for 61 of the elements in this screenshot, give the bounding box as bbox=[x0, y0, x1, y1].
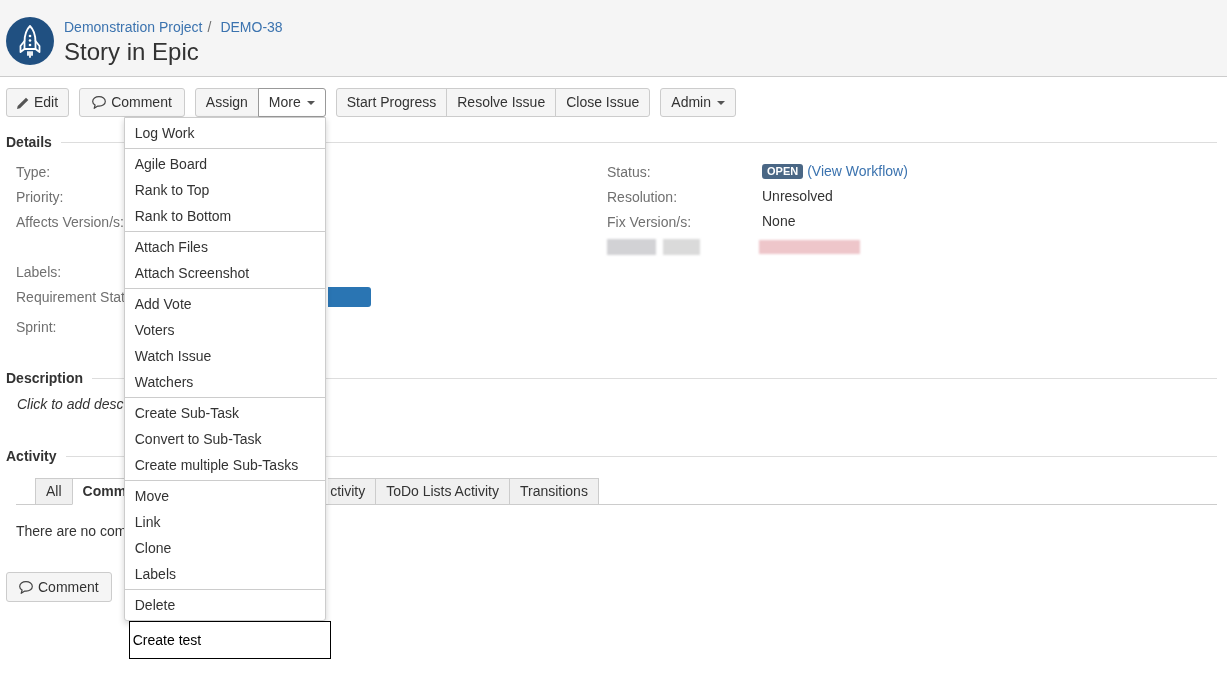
issue-title: Story in Epic bbox=[64, 37, 200, 67]
dropdown-button[interactable]: More bbox=[257, 88, 326, 117]
caret-icon bbox=[306, 100, 315, 105]
status-lozenge: OPEN bbox=[762, 164, 804, 179]
action-button[interactable]: Start Progress bbox=[335, 88, 448, 117]
tab[interactable]: ctivity bbox=[328, 478, 376, 505]
field-label: Sprint: bbox=[16, 319, 57, 335]
menu-item[interactable]: Voters bbox=[124, 317, 325, 343]
menu-item[interactable]: Add Vote bbox=[124, 291, 325, 317]
menu-item[interactable]: Create multiple Sub-Tasks bbox=[124, 452, 325, 478]
menu-item[interactable]: Labels bbox=[124, 561, 325, 587]
status-lozenge bbox=[328, 287, 371, 307]
breadcrumb-separator: / bbox=[207, 17, 212, 37]
action-button[interactable]: Assign bbox=[194, 88, 259, 117]
speech-bubble-icon bbox=[92, 96, 107, 109]
comment-button[interactable]: Comment bbox=[6, 572, 112, 602]
breadcrumb-link[interactable]: DEMO-38 bbox=[220, 16, 283, 38]
menu-item[interactable]: Watchers bbox=[124, 369, 325, 395]
field-label: Requirement Stat bbox=[16, 289, 125, 305]
field-value: Unresolved bbox=[762, 187, 833, 206]
section-heading: Description bbox=[6, 369, 83, 388]
menu-item[interactable]: Delete bbox=[124, 592, 325, 618]
tab[interactable]: Transitions bbox=[508, 478, 599, 505]
field-label: Type: bbox=[16, 164, 51, 180]
field-value: None bbox=[762, 212, 796, 231]
menu-item[interactable]: Attach Files bbox=[124, 234, 325, 260]
field-label: Status: bbox=[607, 163, 651, 180]
tab[interactable]: All bbox=[35, 478, 72, 505]
description-prompt[interactable]: Click to add desc bbox=[17, 396, 124, 412]
section-heading: Details bbox=[6, 133, 52, 152]
menu-item[interactable]: Create Sub-Task bbox=[124, 400, 325, 426]
tooltip: Create test bbox=[128, 621, 331, 659]
speech-bubble-icon bbox=[19, 580, 33, 594]
field-label: Priority: bbox=[16, 189, 64, 205]
field-label: Affects Version/s: bbox=[16, 214, 124, 230]
tab[interactable]: ToDo Lists Activity bbox=[375, 478, 509, 505]
rocket-icon bbox=[6, 17, 54, 65]
menu-item[interactable]: Rank to Bottom bbox=[124, 203, 325, 229]
menu-item[interactable]: Log Work bbox=[124, 120, 325, 146]
menu-item[interactable]: Link bbox=[124, 509, 325, 535]
menu-item[interactable]: Watch Issue bbox=[124, 343, 325, 369]
menu-item[interactable]: Clone bbox=[124, 535, 325, 561]
tab[interactable]: Comm bbox=[71, 478, 127, 505]
view-workflow-link[interactable]: (View Workflow) bbox=[807, 161, 908, 182]
menu-item[interactable]: Rank to Top bbox=[124, 177, 325, 203]
breadcrumb-link[interactable]: Demonstration Project bbox=[64, 16, 203, 38]
pencil-icon bbox=[17, 96, 29, 109]
field-label: Labels: bbox=[16, 264, 62, 280]
action-button[interactable]: Close Issue bbox=[555, 88, 651, 117]
comment-button[interactable]: Comment bbox=[79, 88, 185, 117]
menu-item[interactable]: Convert to Sub-Task bbox=[124, 426, 325, 452]
action-button[interactable]: Resolve Issue bbox=[446, 88, 557, 117]
edit-button[interactable]: Edit bbox=[6, 88, 70, 117]
field-label: Resolution: bbox=[607, 188, 678, 205]
section-heading: Activity bbox=[6, 447, 57, 466]
menu-item[interactable]: Agile Board bbox=[124, 151, 325, 177]
dropdown-button[interactable]: Admin bbox=[660, 88, 736, 117]
menu-item[interactable]: Move bbox=[124, 483, 325, 509]
menu-item[interactable]: Attach Screenshot bbox=[124, 260, 325, 286]
caret-icon bbox=[717, 100, 725, 105]
field-label: Fix Version/s: bbox=[607, 213, 692, 230]
